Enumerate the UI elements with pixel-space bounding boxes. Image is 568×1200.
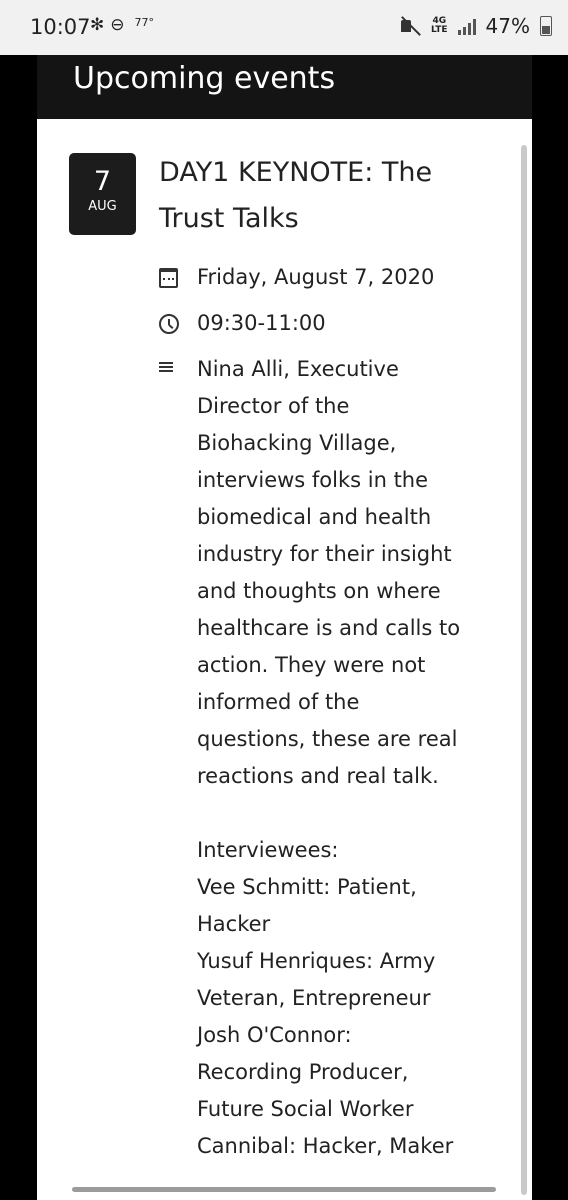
network-sub-label: LTE (431, 25, 448, 35)
status-temperature: 77° (134, 15, 155, 29)
network-icon: 4G LTE (431, 17, 448, 35)
status-time: 10:07 (30, 15, 91, 39)
battery-icon (540, 16, 552, 36)
status-right-icons: 4G LTE 47% (399, 14, 552, 38)
status-bar: 10:07 ✻ ⊖ 77° 4G LTE 47% (0, 0, 568, 55)
event-day: 7 (93, 166, 112, 197)
status-left-icons: ✻ ⊖ 77° (90, 15, 154, 35)
event-title[interactable]: DAY1 KEYNOTE: The Trust Talks (159, 150, 489, 242)
event-month: AUG (88, 199, 117, 214)
events-page: Upcoming events 7 AUG DAY1 KEYNOTE: The … (37, 55, 532, 1200)
mute-icon (399, 16, 421, 36)
event-description: Nina Alli, Executive Director of the Bio… (197, 357, 461, 1158)
calendar-icon (159, 268, 178, 288)
notes-icon (159, 362, 173, 374)
signal-icon (457, 17, 476, 35)
page-header: Upcoming events (37, 55, 532, 119)
clock-icon (159, 314, 179, 334)
page-title: Upcoming events (73, 61, 336, 96)
scrollbar[interactable] (521, 145, 527, 1195)
do-not-disturb-icon: ⊖ (110, 15, 125, 35)
home-indicator[interactable] (72, 1187, 496, 1192)
notification-icon: ✻ (90, 15, 105, 35)
event-date: Friday, August 7, 2020 (197, 265, 435, 289)
event-time: 09:30-11:00 (197, 311, 326, 335)
battery-percent: 47% (485, 14, 530, 38)
event-date-badge: 7 AUG (69, 153, 136, 235)
